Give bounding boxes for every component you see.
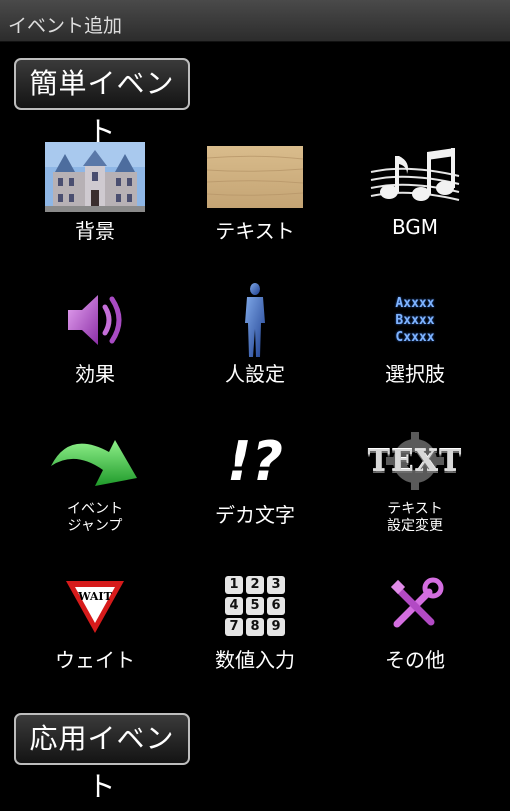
big-text-item[interactable]: !? デカ文字 <box>170 421 340 566</box>
keypad-key: 8 <box>246 618 264 636</box>
effect-item[interactable]: 効果 <box>10 280 180 425</box>
background-item[interactable]: 背景 <box>10 137 180 282</box>
keypad-key: 1 <box>225 576 243 594</box>
music-notes-icon <box>365 137 465 217</box>
green-arrow-icon <box>45 421 145 501</box>
keypad-key: 5 <box>246 597 264 615</box>
choice-line: Axxxx <box>395 295 435 311</box>
item-label: イベント ジャンプ <box>67 501 123 534</box>
item-label: ウェイト <box>55 648 135 672</box>
keypad-key: 7 <box>225 618 243 636</box>
bgm-item[interactable]: BGM <box>330 137 500 282</box>
choice-line: Cxxxx <box>395 329 435 345</box>
item-label: 背景 <box>75 219 115 243</box>
speaker-icon <box>45 280 145 360</box>
choices-item[interactable]: Axxxx Bxxxx Cxxxx 選択肢 <box>330 280 500 425</box>
keypad-key: 6 <box>267 597 285 615</box>
item-label: 効果 <box>75 362 115 386</box>
item-label: テキスト <box>215 219 295 243</box>
choices-abc-icon: Axxxx Bxxxx Cxxxx <box>365 280 465 360</box>
item-label: 選択肢 <box>385 362 445 386</box>
item-label: テキスト 設定変更 <box>387 501 443 534</box>
person-setting-item[interactable]: 人設定 <box>170 280 340 425</box>
title-bar: イベント追加 <box>0 0 510 42</box>
choice-line: Bxxxx <box>395 312 435 328</box>
wait-item[interactable]: WAIT ウェイト <box>10 566 180 711</box>
castle-background-icon <box>45 137 145 217</box>
window-title: イベント追加 <box>8 15 123 37</box>
item-label: デカ文字 <box>215 503 295 527</box>
number-input-item[interactable]: 1 2 3 4 5 6 7 8 9 数値入力 <box>170 566 340 711</box>
tools-icon <box>365 566 465 646</box>
applied-events-button[interactable]: 応用イベント <box>14 713 190 803</box>
big-glyph: !? <box>227 429 283 493</box>
other-item[interactable]: その他 <box>330 566 500 711</box>
item-label: その他 <box>385 648 445 672</box>
item-label: 人設定 <box>225 362 285 386</box>
text-settings-item[interactable]: TEXT テキスト 設定変更 <box>330 421 500 566</box>
text-item[interactable]: テキスト <box>170 137 340 282</box>
keypad-key: 2 <box>246 576 264 594</box>
keypad-key: 3 <box>267 576 285 594</box>
keypad-key: 4 <box>225 597 243 615</box>
wood-text-panel-icon <box>205 137 305 217</box>
exclamation-question-icon: !? <box>205 421 305 501</box>
item-label: 数値入力 <box>215 648 295 672</box>
person-silhouette-icon <box>205 280 305 360</box>
simple-events-button[interactable]: 簡単イベント <box>14 58 190 148</box>
wait-glyph: WAIT <box>77 590 112 603</box>
keypad-key: 9 <box>267 618 285 636</box>
text-gear-icon: TEXT <box>365 421 465 501</box>
text-glyph: TEXT <box>367 443 463 479</box>
item-label: BGM <box>391 215 439 239</box>
event-jump-item[interactable]: イベント ジャンプ <box>10 421 180 566</box>
number-keypad-icon: 1 2 3 4 5 6 7 8 9 <box>205 566 305 646</box>
wait-sign-icon: WAIT <box>45 566 145 646</box>
